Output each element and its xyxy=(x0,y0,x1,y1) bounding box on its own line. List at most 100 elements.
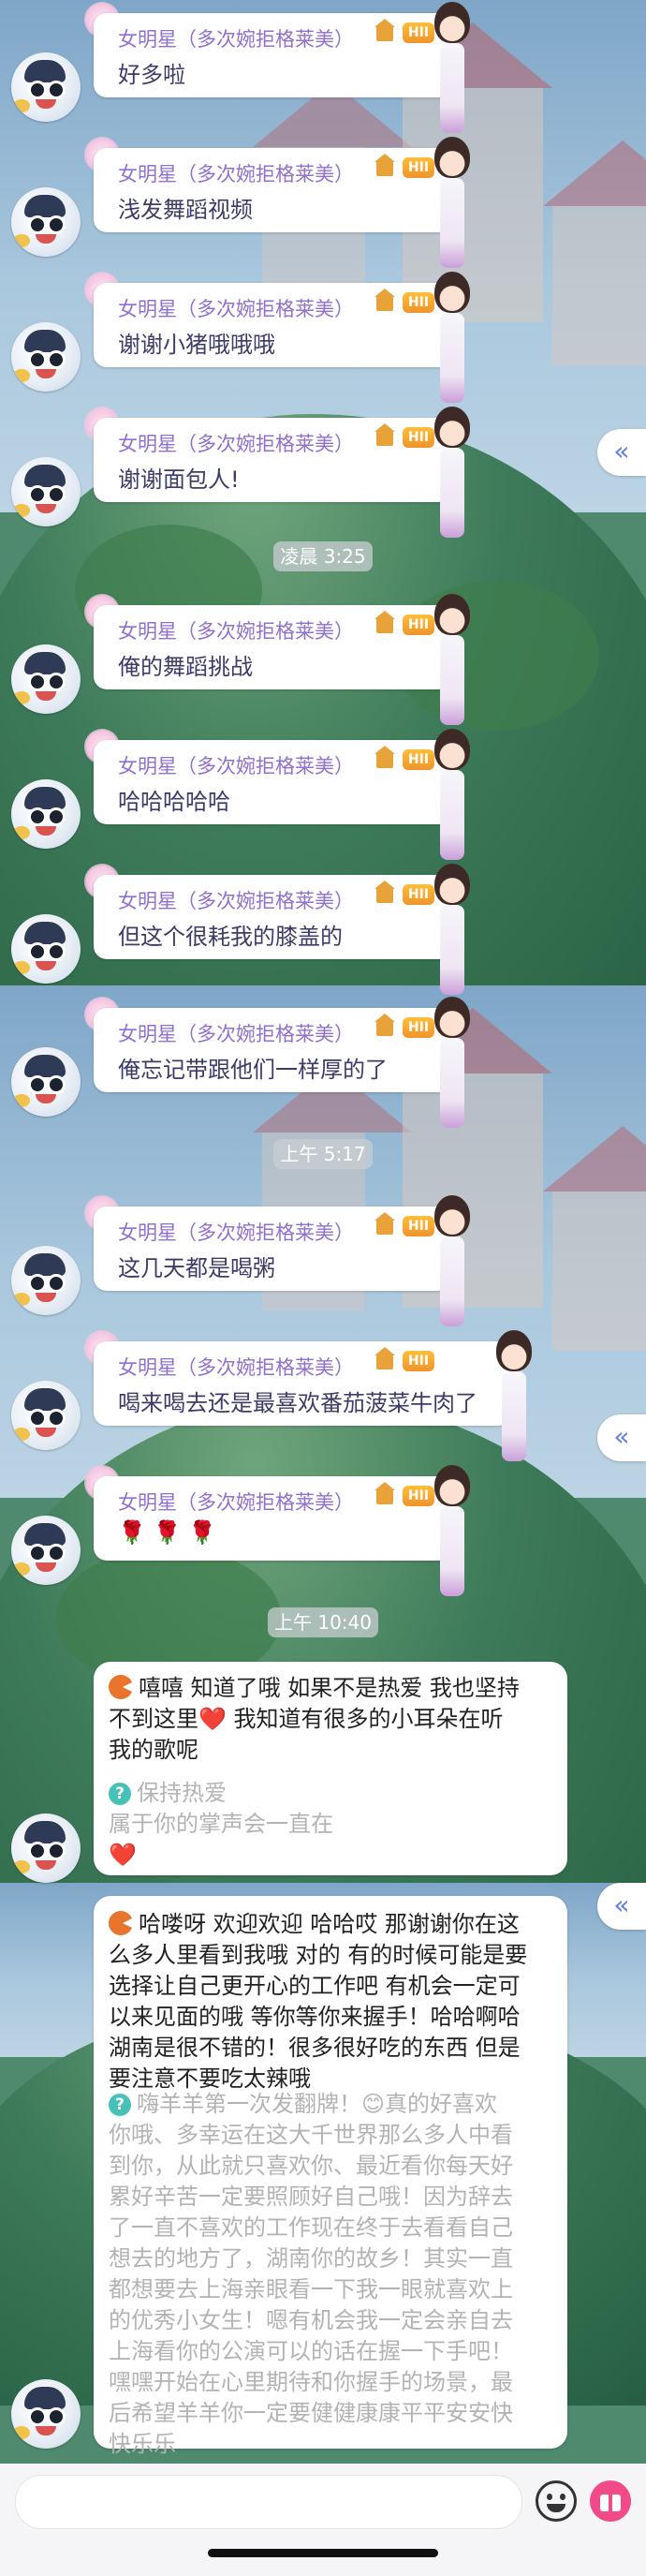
girl-figure-icon xyxy=(431,137,474,277)
reply-line: 么多人里看到我哦 对的 有的时候可能是要 xyxy=(109,1942,528,1968)
reply-bubble[interactable]: 哈喽呀 欢迎欢迎 哈哈哎 那谢谢你在这 么多人里看到我哦 对的 有的时候可能是要… xyxy=(94,1896,567,2457)
message-input[interactable] xyxy=(15,2475,522,2529)
reply-line: 不到这里❤️ 我知道有很多的小耳朵在听 xyxy=(109,1706,504,1732)
reply-text: 嘻嘻 知道了哦 如果不是热爱 我也坚持 不到这里❤️ 我知道有很多的小耳朵在听 … xyxy=(109,1673,552,1766)
level-badge: HII xyxy=(403,884,434,905)
message-text: 俺忘记带跟他们一样厚的了 xyxy=(118,1057,388,1083)
girl-figure-icon xyxy=(431,864,474,1004)
message-bubble[interactable]: 女明星（多次婉拒格莱美） HII 俺的舞蹈挑战 xyxy=(94,605,451,689)
level-badge: HII xyxy=(403,749,434,770)
emoji-icon[interactable] xyxy=(536,2480,577,2522)
message-bubble[interactable]: 女明星（多次婉拒格莱美） HII 这几天都是喝粥 xyxy=(94,1207,451,1291)
message-text: 哈哈哈哈哈 xyxy=(118,789,230,815)
message-bubble[interactable]: 女明星（多次婉拒格莱美） HII 谢谢面包人! xyxy=(94,418,451,502)
sender-name: 女明星（多次婉拒格莱美） xyxy=(118,163,354,185)
message-text: 俺的舞蹈挑战 xyxy=(118,654,253,680)
girl-figure-icon xyxy=(431,729,474,869)
girl-figure-icon xyxy=(431,272,474,412)
quote-line-text: 嗨羊羊第一次发翻牌！😊真的好喜欢 xyxy=(137,2091,498,2117)
quote-line: 的优秀小女生！嗯有机会我一定会亲自去 xyxy=(109,2307,513,2333)
sender-name: 女明星（多次婉拒格莱美） xyxy=(118,620,354,643)
home-icon xyxy=(374,1482,395,1504)
pacman-icon xyxy=(109,1911,134,1935)
gift-icon[interactable] xyxy=(590,2480,631,2522)
quote-line-text: 保持热爱 xyxy=(137,1780,227,1806)
collapse-left-icon[interactable]: « xyxy=(597,1414,646,1461)
sender-name: 女明星（多次婉拒格莱美） xyxy=(118,1491,354,1514)
home-indicator xyxy=(208,2549,438,2557)
quote-line: 了一直不喜欢的工作现在终于去看看自己 xyxy=(109,2214,513,2241)
avatar[interactable] xyxy=(11,187,81,257)
message-bubble[interactable]: 女明星（多次婉拒格莱美） HII 俺忘记带跟他们一样厚的了 xyxy=(94,1008,451,1092)
level-badge: HII xyxy=(403,614,434,635)
message-text: 谢谢面包人! xyxy=(118,466,240,493)
home-icon xyxy=(374,881,395,903)
home-icon xyxy=(374,289,395,311)
home-icon xyxy=(374,1347,395,1369)
avatar[interactable] xyxy=(11,2379,81,2449)
reply-line: 我的歌呢 xyxy=(109,1737,198,1763)
avatar[interactable] xyxy=(11,1814,81,1883)
sender-name: 女明星（多次婉拒格莱美） xyxy=(118,1356,354,1379)
message-text: 谢谢小猪哦哦哦 xyxy=(118,332,275,358)
message-text: 这几天都是喝粥 xyxy=(118,1255,275,1281)
message-text: 浅发舞蹈视频 xyxy=(118,197,253,223)
home-icon xyxy=(374,1014,395,1036)
message-text: 🌹 🌹 🌹 xyxy=(118,1519,216,1546)
background-castle xyxy=(543,1126,646,1352)
message-bubble[interactable]: 女明星（多次婉拒格莱美） HII 哈哈哈哈哈 xyxy=(94,740,451,824)
message-text: 喝来喝去还是最喜欢番茄菠菜牛肉了 xyxy=(118,1390,477,1416)
reply-line: 以来见面的哦 等你等你来握手！哈哈啊哈 xyxy=(109,2004,521,2030)
quote-line: 嘿嘿开始在心里期待和你握手的场景，最 xyxy=(109,2369,513,2395)
avatar[interactable] xyxy=(11,1246,81,1315)
girl-figure-icon xyxy=(431,594,474,734)
timestamp: 凌晨 3:25 xyxy=(273,541,373,571)
quote-line: ? 保持热爱 xyxy=(109,1778,552,1809)
quote-line: ? 嗨羊羊第一次发翻牌！😊真的好喜欢 xyxy=(109,2089,552,2120)
home-icon xyxy=(374,154,395,176)
message-bubble[interactable]: 女明星（多次婉拒格莱美） HII 🌹 🌹 🌹 xyxy=(94,1476,451,1561)
background-castle xyxy=(543,141,646,366)
sender-name: 女明星（多次婉拒格莱美） xyxy=(118,755,354,777)
avatar[interactable] xyxy=(11,1047,81,1117)
reply-line: 嘻嘻 知道了哦 如果不是热爱 我也坚持 xyxy=(109,1673,552,1704)
message-bubble[interactable]: 女明星（多次婉拒格莱美） HII 好多啦 xyxy=(94,13,451,97)
timestamp: 上午 5:17 xyxy=(273,1139,373,1169)
home-icon xyxy=(374,423,395,446)
timestamp: 上午 10:40 xyxy=(268,1607,378,1637)
avatar[interactable] xyxy=(11,52,81,122)
pacman-icon xyxy=(109,1675,134,1699)
reply-bubble[interactable]: 嘻嘻 知道了哦 如果不是热爱 我也坚持 不到这里❤️ 我知道有很多的小耳朵在听 … xyxy=(94,1662,567,1875)
avatar[interactable] xyxy=(11,1516,81,1585)
level-badge: HII xyxy=(403,1017,434,1038)
quote-line: 属于你的掌声会一直在 xyxy=(109,1811,333,1837)
home-icon xyxy=(374,19,395,41)
sender-name: 女明星（多次婉拒格莱美） xyxy=(118,1221,354,1244)
message-bubble[interactable]: 女明星（多次婉拒格莱美） HII 喝来喝去还是最喜欢番茄菠菜牛肉了 xyxy=(94,1341,511,1426)
avatar[interactable] xyxy=(11,1381,81,1450)
message-bubble[interactable]: 女明星（多次婉拒格莱美） HII 谢谢小猪哦哦哦 xyxy=(94,283,451,367)
avatar[interactable] xyxy=(11,322,81,392)
reply-line-text: 嘻嘻 知道了哦 如果不是热爱 我也坚持 xyxy=(139,1675,520,1701)
reply-line: 选择让自己更开心的工作吧 有机会一定可 xyxy=(109,1973,521,1999)
level-badge: HII xyxy=(403,427,434,448)
avatar[interactable] xyxy=(11,779,81,849)
collapse-left-icon[interactable]: « xyxy=(597,429,646,476)
sender-name: 女明星（多次婉拒格莱美） xyxy=(118,298,354,320)
message-bubble[interactable]: 女明星（多次婉拒格莱美） HII 浅发舞蹈视频 xyxy=(94,148,451,232)
avatar[interactable] xyxy=(11,457,81,526)
collapse-left-icon[interactable]: « xyxy=(597,1883,646,1930)
sender-name: 女明星（多次婉拒格莱美） xyxy=(118,433,354,455)
quote-line: 上海看你的公演可以的话在握一下手吧！ xyxy=(109,2338,513,2364)
quote-line: 到你，从此就只喜欢你、最近看你每天好 xyxy=(109,2153,513,2179)
chat-screen: 女明星（多次婉拒格莱美） HII 好多啦 女明星（多次婉拒格莱美） HII 浅发… xyxy=(0,0,646,2576)
avatar[interactable] xyxy=(11,914,81,984)
quote-line: 累好辛苦一定要照顾好自己哦！因为辞去 xyxy=(109,2184,513,2210)
message-bubble[interactable]: 女明星（多次婉拒格莱美） HII 但这个很耗我的膝盖的 xyxy=(94,875,451,959)
girl-figure-icon xyxy=(431,1195,474,1336)
avatar[interactable] xyxy=(11,644,81,714)
quote-line: 快乐乐 xyxy=(109,2431,176,2457)
level-badge: HII xyxy=(403,1351,434,1371)
sender-name: 女明星（多次婉拒格莱美） xyxy=(118,890,354,912)
home-icon xyxy=(374,1212,395,1235)
